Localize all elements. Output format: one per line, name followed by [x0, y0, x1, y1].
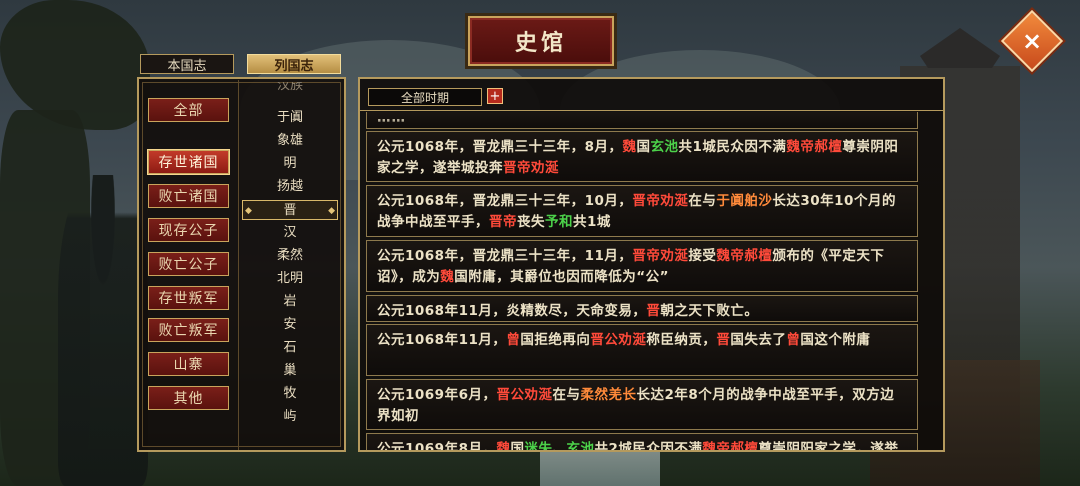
event-text: 公元1068年11月，	[377, 332, 507, 348]
highlighted-name: 魏帝郝檀	[702, 441, 759, 450]
event-text: 共1城民众因不满	[678, 139, 787, 155]
nation-item[interactable]: 象雄	[242, 131, 338, 151]
nation-item[interactable]: 于阗	[242, 108, 338, 128]
event-text: 接受	[688, 248, 717, 264]
event-row: 公元1068年11月，曾国拒绝再向晋公劝涎称臣纳贡，晋国失去了曾国这个附庸	[366, 324, 918, 376]
highlighted-name: 魏	[440, 269, 455, 285]
event-row: 公元1068年，晋龙鼎三十三年，8月，魏国玄池共1城民众因不满魏帝郝檀尊崇阴阳家…	[366, 131, 918, 182]
highlighted-name: 魏帝郝檀	[786, 139, 843, 155]
highlighted-name: 柔然羌长	[580, 387, 637, 403]
nation-item[interactable]: 安	[242, 315, 338, 335]
highlighted-name: 晋	[716, 332, 731, 348]
add-period-button[interactable]: +	[487, 88, 503, 104]
highlighted-name: 魏	[496, 441, 511, 450]
highlighted-name: 晋帝劝涎	[503, 160, 559, 176]
event-text: 国失去了	[730, 332, 787, 348]
event-text: 国	[510, 441, 525, 450]
highlighted-name: 晋	[646, 303, 661, 319]
divider	[360, 110, 943, 111]
event-list[interactable]: ⋯⋯ 公元1068年，晋龙鼎三十三年，8月，魏国玄池共1城民众因不满魏帝郝檀尊崇…	[366, 112, 918, 450]
tab-ben-guo-zhi[interactable]: 本国志	[140, 54, 234, 74]
event-row: 公元1069年6月，晋公劝涎在与柔然羌长长达2年8个月的战争中战至平手，双方边界…	[366, 379, 918, 430]
event-text: 在与	[688, 193, 717, 209]
event-text: 国附庸，其爵位也因而降低为“公”	[454, 269, 669, 285]
nation-item[interactable]: 汉	[242, 223, 338, 243]
close-button[interactable]: ×	[1000, 9, 1064, 73]
nation-item-selected[interactable]: 晋	[242, 200, 338, 221]
event-text: 公元1068年，晋龙鼎三十三年，11月，	[377, 248, 633, 264]
highlighted-name: 魏	[622, 139, 637, 155]
event-text: 公元1068年11月，炎精数尽，天命变易，	[377, 303, 647, 319]
category-other-button[interactable]: 其他	[148, 386, 229, 410]
event-text: 丧失	[517, 214, 545, 230]
highlighted-name: 曾	[786, 332, 801, 348]
highlighted-name: 于阗舶沙	[716, 193, 773, 209]
category-bandit-camps-button[interactable]: 山寨	[148, 352, 229, 376]
category-fallen-states-button[interactable]: 败亡诸国	[148, 184, 229, 208]
event-text: 国	[636, 139, 651, 155]
category-all-button[interactable]: 全部	[148, 98, 229, 122]
event-row: 公元1068年，晋龙鼎三十三年，10月，晋帝劝涎在与于阗舶沙长达30年10个月的…	[366, 185, 918, 237]
nation-item[interactable]: 明	[242, 154, 338, 174]
event-scrollbar[interactable]	[923, 114, 937, 448]
event-text: 称臣纳贡，	[646, 332, 717, 348]
event-row: 公元1069年8月，魏国迷失、玄池共2城民众因不满魏帝郝檀尊崇阴阳家之学，遂举城…	[366, 433, 918, 450]
nation-item[interactable]: 巢	[242, 361, 338, 381]
event-text: 共2城民众因不满	[594, 441, 703, 450]
nation-item[interactable]: 石	[242, 338, 338, 358]
event-row-partial: ⋯⋯	[366, 112, 918, 129]
highlighted-name: 予和	[545, 214, 573, 230]
nation-item[interactable]: 汉族	[242, 82, 338, 96]
category-surviving-states-button[interactable]: 存世诸国	[148, 150, 229, 174]
event-text: 公元1068年，晋龙鼎三十三年，8月，	[377, 139, 623, 155]
event-text: 国拒绝再向	[520, 332, 591, 348]
highlighted-name: 晋帝劝涎	[632, 193, 689, 209]
close-icon: ×	[1021, 26, 1043, 55]
event-text: 在与	[552, 387, 581, 403]
event-text: 共1城	[573, 214, 611, 230]
highlighted-name: 玄池	[650, 139, 679, 155]
highlighted-name: 晋公劝涎	[496, 387, 553, 403]
event-text: 、	[552, 441, 567, 450]
highlighted-name: 曾	[506, 332, 521, 348]
event-text: 朝之天下败亡。	[660, 303, 759, 319]
highlighted-name: 晋帝劝涎	[632, 248, 689, 264]
background-pagoda	[920, 28, 1000, 68]
panel-divider	[238, 80, 239, 450]
highlighted-name: 晋公劝涎	[590, 332, 647, 348]
highlighted-name: 晋帝	[489, 214, 517, 230]
event-row: 公元1068年，晋龙鼎三十三年，11月，晋帝劝涎接受魏帝郝檀颁布的《平定天下诏》…	[366, 240, 918, 292]
period-dropdown[interactable]: 全部时期	[368, 88, 482, 106]
event-text: 公元1069年6月，	[377, 387, 497, 403]
event-text: 公元1068年，晋龙鼎三十三年，10月，	[377, 193, 633, 209]
event-text: 公元1069年8月，	[377, 441, 497, 450]
tab-lie-guo-zhi[interactable]: 列国志	[247, 54, 341, 74]
nation-item[interactable]: 北明	[242, 269, 338, 289]
event-text: 国这个附庸	[800, 332, 871, 348]
page-title: 史馆	[468, 16, 614, 66]
nation-list[interactable]: 汉族 于阗 象雄 明 扬越 晋 汉 柔然 北明 岩 安 石 巢 牧 屿	[242, 82, 338, 430]
category-fallen-rebels-button[interactable]: 败亡叛军	[148, 318, 229, 342]
highlighted-name: 玄池	[566, 441, 595, 450]
category-fallen-princes-button[interactable]: 败亡公子	[148, 252, 229, 276]
nation-item[interactable]: 屿	[242, 407, 338, 427]
highlighted-name: 迷失	[524, 441, 553, 450]
nation-item[interactable]: 柔然	[242, 246, 338, 266]
category-living-princes-button[interactable]: 现存公子	[148, 218, 229, 242]
category-surviving-rebels-button[interactable]: 存世叛军	[148, 286, 229, 310]
nation-item[interactable]: 扬越	[242, 177, 338, 197]
nation-item[interactable]: 牧	[242, 384, 338, 404]
highlighted-name: 魏帝郝檀	[716, 248, 773, 264]
nation-item[interactable]: 岩	[242, 292, 338, 312]
background-figure	[58, 175, 148, 486]
event-row: 公元1068年11月，炎精数尽，天命变易，晋朝之天下败亡。	[366, 295, 918, 322]
